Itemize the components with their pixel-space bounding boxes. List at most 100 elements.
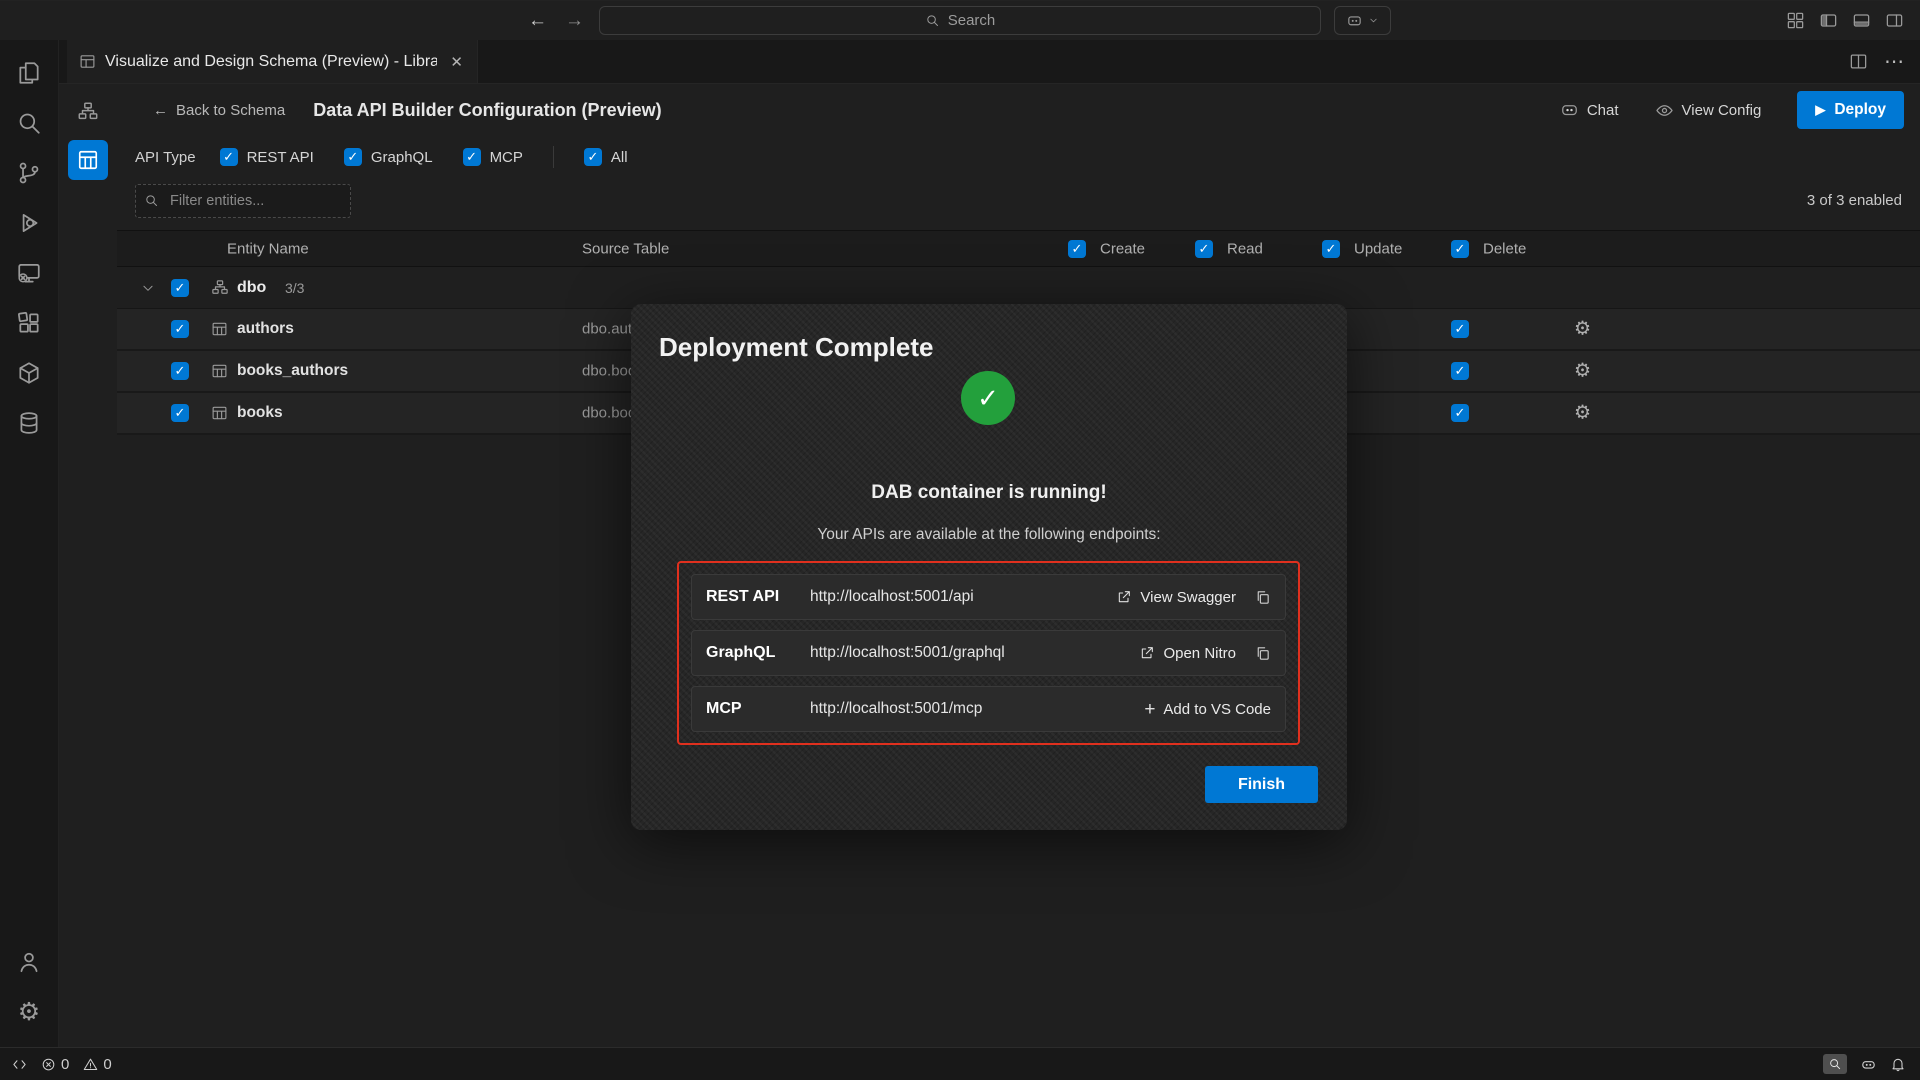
- delete-checkbox[interactable]: [1451, 362, 1469, 380]
- group-checkbox[interactable]: [171, 279, 189, 297]
- row-settings-gear-icon[interactable]: ⚙: [1574, 404, 1591, 423]
- mcp-label: MCP: [490, 149, 523, 166]
- success-badge: ✓: [961, 371, 1015, 425]
- update-all-checkbox[interactable]: [1322, 240, 1340, 258]
- rest-api-label: REST API: [247, 149, 314, 166]
- deploy-button[interactable]: ▶ Deploy: [1797, 91, 1904, 129]
- status-bar: 0 0: [0, 1047, 1920, 1080]
- rest-api-checkbox[interactable]: [220, 148, 238, 166]
- search-button[interactable]: [5, 98, 53, 148]
- read-all-checkbox[interactable]: [1195, 240, 1213, 258]
- zoom-indicator[interactable]: [1823, 1054, 1847, 1074]
- endpoint-row-rest: REST API http://localhost:5001/api View …: [691, 574, 1286, 620]
- remote-explorer-button[interactable]: [5, 248, 53, 298]
- copilot-icon: [1346, 12, 1363, 29]
- accounts-button[interactable]: [5, 937, 53, 987]
- view-config-button[interactable]: View Config: [1655, 101, 1762, 120]
- error-icon: [41, 1057, 56, 1072]
- row-checkbox[interactable]: [171, 320, 189, 338]
- entity-name: books_authors: [237, 362, 348, 380]
- dialog-status: DAB container is running!: [631, 482, 1347, 504]
- run-debug-button[interactable]: [5, 198, 53, 248]
- back-to-schema-link[interactable]: ← Back to Schema: [153, 102, 285, 119]
- divider: [553, 146, 554, 168]
- chat-button[interactable]: Chat: [1560, 101, 1619, 120]
- more-actions-icon[interactable]: ⋯: [1884, 49, 1904, 74]
- status-bar-right: [1823, 1054, 1920, 1074]
- delete-all-checkbox[interactable]: [1451, 240, 1469, 258]
- copilot-status-icon[interactable]: [1860, 1056, 1877, 1073]
- tab-visualize-design-schema[interactable]: Visualize and Design Schema (Preview) - …: [67, 40, 478, 83]
- toggle-secondary-sidebar-icon[interactable]: [1885, 11, 1904, 30]
- filter-entities-input[interactable]: [135, 184, 351, 218]
- toggle-sidebar-icon[interactable]: [1819, 11, 1838, 30]
- extensions-button[interactable]: [5, 298, 53, 348]
- endpoint-url: http://localhost:5001/mcp: [810, 700, 1144, 718]
- graphql-checkbox[interactable]: [344, 148, 362, 166]
- copy-icon[interactable]: [1254, 589, 1271, 606]
- notifications-bell-icon[interactable]: [1890, 1056, 1906, 1072]
- api-type-all[interactable]: All: [584, 148, 628, 166]
- api-type-mcp[interactable]: MCP: [463, 148, 523, 166]
- close-icon[interactable]: ✕: [446, 51, 467, 73]
- containers-button[interactable]: [5, 348, 53, 398]
- errors-status[interactable]: 0: [41, 1056, 69, 1073]
- remote-indicator-icon[interactable]: [12, 1057, 27, 1072]
- add-to-vscode-link[interactable]: + Add to VS Code: [1144, 700, 1271, 719]
- dab-config-view-button[interactable]: [68, 140, 108, 180]
- warnings-status[interactable]: 0: [83, 1056, 111, 1073]
- create-all-checkbox[interactable]: [1068, 240, 1086, 258]
- delete-checkbox[interactable]: [1451, 320, 1469, 338]
- search-label: Search: [948, 12, 996, 29]
- database-projects-button[interactable]: [5, 398, 53, 448]
- hierarchy-icon: [211, 279, 229, 297]
- api-type-graphql[interactable]: GraphQL: [344, 148, 433, 166]
- delete-checkbox[interactable]: [1451, 404, 1469, 422]
- row-settings-gear-icon[interactable]: ⚙: [1574, 320, 1591, 339]
- split-editor-icon[interactable]: [1849, 52, 1868, 71]
- search-icon: [144, 193, 159, 208]
- extensions-icon: [16, 310, 42, 336]
- finish-button[interactable]: Finish: [1205, 766, 1318, 803]
- mcp-checkbox[interactable]: [463, 148, 481, 166]
- copilot-dropdown[interactable]: [1334, 6, 1391, 35]
- back-arrow-icon[interactable]: ←: [528, 11, 547, 30]
- col-entity-name: Entity Name: [227, 240, 309, 257]
- customize-layout-icon[interactable]: [1786, 11, 1805, 30]
- explorer-button[interactable]: [5, 48, 53, 98]
- row-checkbox[interactable]: [171, 362, 189, 380]
- table-header-row: Entity Name Source Table Create Read Upd…: [117, 230, 1920, 267]
- view-swagger-link[interactable]: View Swagger: [1116, 589, 1236, 606]
- toggle-panel-icon[interactable]: [1852, 11, 1871, 30]
- search-icon: [16, 110, 42, 136]
- schema-view-button[interactable]: [68, 92, 108, 132]
- all-checkbox[interactable]: [584, 148, 602, 166]
- row-checkbox[interactable]: [171, 404, 189, 422]
- table-gear-icon: [77, 149, 99, 171]
- api-type-filters: API Type REST API GraphQL MCP All: [135, 140, 644, 174]
- col-source-table: Source Table: [582, 240, 669, 257]
- open-nitro-link[interactable]: Open Nitro: [1139, 645, 1236, 662]
- settings-button[interactable]: ⚙: [5, 987, 53, 1037]
- api-type-rest[interactable]: REST API: [220, 148, 314, 166]
- chevron-down-icon[interactable]: [141, 281, 155, 295]
- plus-icon: +: [1144, 700, 1155, 719]
- endpoint-action-label: View Swagger: [1140, 589, 1236, 606]
- git-branch-icon: [16, 160, 42, 186]
- chat-label: Chat: [1587, 102, 1619, 119]
- forward-arrow-icon[interactable]: →: [565, 11, 584, 30]
- cube-icon: [16, 360, 42, 386]
- row-settings-gear-icon[interactable]: ⚙: [1574, 362, 1591, 381]
- schema-group-row[interactable]: dbo 3/3: [117, 267, 1920, 309]
- remote-monitor-icon: [16, 260, 42, 286]
- header-actions: Chat View Config ▶ Deploy: [1560, 91, 1920, 129]
- source-control-button[interactable]: [5, 148, 53, 198]
- graphql-label: GraphQL: [371, 149, 433, 166]
- api-type-label: API Type: [135, 149, 196, 166]
- title-bar: ← → Search: [0, 0, 1920, 1]
- search-command-center[interactable]: Search: [599, 6, 1321, 35]
- copy-icon[interactable]: [1254, 645, 1271, 662]
- entity-name: authors: [237, 320, 294, 338]
- gear-icon: ⚙: [18, 1000, 40, 1025]
- error-count: 0: [61, 1056, 69, 1073]
